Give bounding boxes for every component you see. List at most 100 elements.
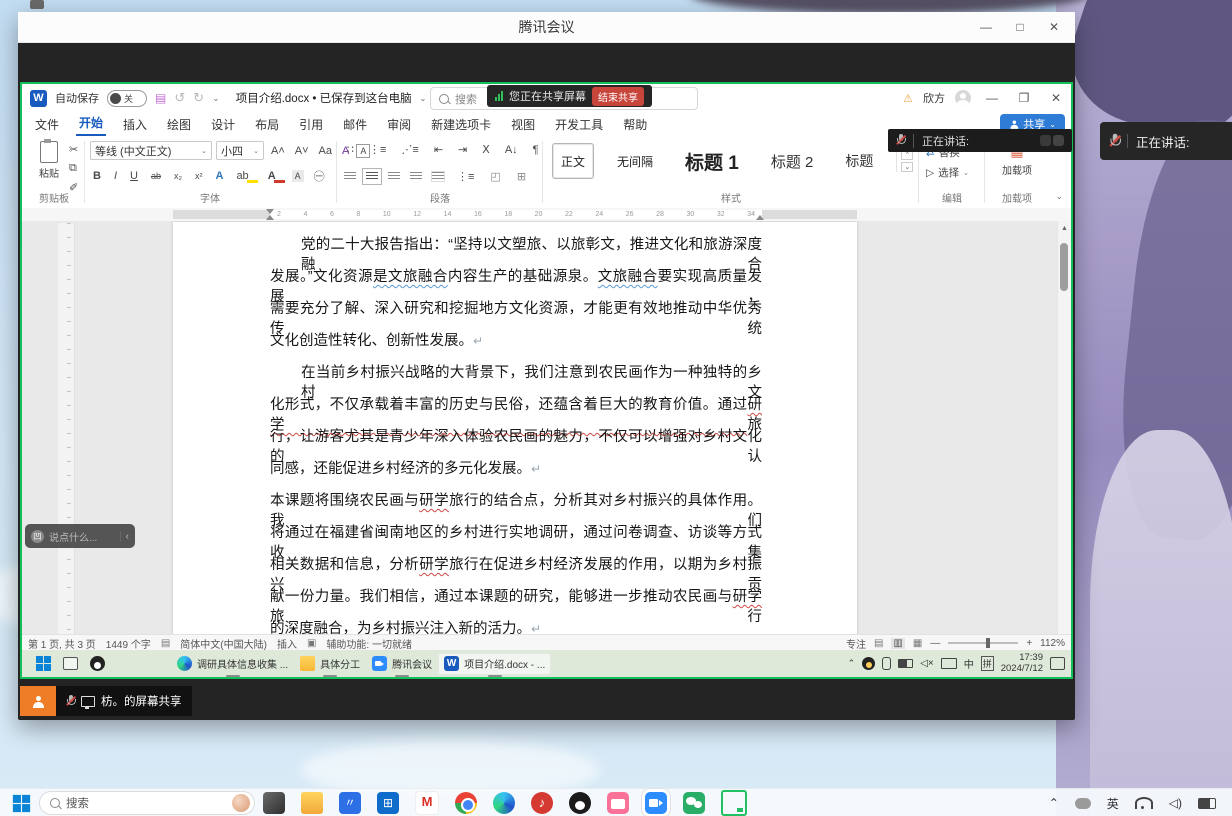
battery-icon[interactable]	[1198, 798, 1216, 809]
tray-chevron-icon[interactable]: ⌃	[848, 658, 856, 669]
tencent-meeting-icon-active[interactable]	[645, 792, 667, 814]
asian-layout-icon[interactable]: Ⅹ	[479, 142, 493, 157]
warning-icon[interactable]: ⚠	[903, 92, 913, 105]
font-size-combo[interactable]: 小四 ⌄	[216, 141, 264, 160]
zoom-in-icon[interactable]: +	[1026, 638, 1032, 649]
show-marks-icon[interactable]: ¶	[530, 143, 542, 157]
web-view-icon[interactable]: ▦	[913, 638, 922, 649]
chrome-icon[interactable]	[455, 792, 477, 814]
tab-draw[interactable]: 绘图	[164, 116, 194, 133]
read-view-icon[interactable]: ▤	[874, 638, 883, 649]
distribute-icon[interactable]	[432, 172, 444, 181]
word-restore-button[interactable]: ❐	[1013, 86, 1035, 110]
change-case-icon[interactable]: Aa	[316, 144, 335, 158]
shared-word-window[interactable]: W 项目介绍.docx - ...	[438, 653, 551, 675]
shared-edge-window[interactable]: 调研具体信息收集 ...	[171, 653, 294, 675]
tray-qq-icon[interactable]	[862, 657, 875, 670]
select-button[interactable]: 选择	[938, 165, 959, 180]
tab-insert[interactable]: 插入	[120, 116, 150, 133]
save-icon[interactable]: ▤	[155, 91, 166, 105]
focus-button[interactable]: 专注	[846, 636, 866, 651]
tab-view[interactable]: 视图	[508, 116, 538, 133]
tray-ime-lang[interactable]: 中	[964, 656, 974, 671]
align-center-icon[interactable]	[366, 172, 378, 181]
shared-start-button[interactable]	[30, 653, 57, 675]
tab-help[interactable]: 帮助	[620, 116, 650, 133]
spellcheck-icon[interactable]: ▤	[161, 638, 170, 649]
meeting-maximize-button[interactable]: □	[1005, 15, 1035, 39]
vertical-ruler[interactable]	[58, 223, 75, 634]
tab-file[interactable]: 文件	[32, 116, 62, 133]
subscript-button[interactable]: x₂	[171, 170, 185, 182]
scrollbar-thumb[interactable]	[1060, 243, 1068, 291]
gmail-icon[interactable]: M	[415, 791, 439, 815]
align-left-icon[interactable]	[344, 172, 356, 181]
justify-icon[interactable]	[410, 172, 422, 181]
edge-icon[interactable]	[493, 792, 515, 814]
insert-mode[interactable]: 插入	[277, 636, 297, 651]
language-indicator[interactable]: 简体中文(中国大陆)	[180, 636, 267, 651]
bullets-icon[interactable]: ∷	[344, 142, 357, 157]
volume-icon[interactable]: ◁)	[1169, 796, 1182, 810]
tray-keyboard-icon[interactable]	[941, 658, 957, 669]
word-count[interactable]: 1449 个字	[106, 636, 151, 651]
tray-ime-mode[interactable]: 拼	[981, 656, 994, 671]
shared-folder-window[interactable]: 具体分工	[294, 653, 366, 675]
tab-home[interactable]: 开始	[76, 114, 106, 136]
docs-app-icon[interactable]: 〃	[339, 792, 361, 814]
grow-font-icon[interactable]: A˄	[268, 144, 288, 158]
circle-char-icon[interactable]: ㊀	[311, 167, 328, 185]
decrease-indent-icon[interactable]: ⇤	[431, 142, 446, 157]
account-name[interactable]: 欣方	[923, 90, 945, 106]
autosave-toggle[interactable]: 关	[107, 90, 147, 107]
styles-more-icon[interactable]: ⌄	[901, 162, 913, 172]
wechat-icon[interactable]	[683, 792, 705, 814]
numbering-icon[interactable]: ⋮≡	[366, 142, 389, 157]
paste-button[interactable]: 粘贴	[34, 141, 64, 181]
document-title[interactable]: 项目介绍.docx • 已保存到这台电脑	[236, 90, 412, 106]
stop-sharing-button[interactable]: 结束共享	[592, 87, 644, 106]
tray-mic-icon[interactable]	[882, 657, 891, 670]
bilibili-icon[interactable]	[607, 792, 629, 814]
italic-button[interactable]: I	[111, 169, 120, 183]
quick-access-chevron-icon[interactable]: ⌄	[212, 93, 220, 104]
style-heading2[interactable]: 标题 2	[762, 143, 823, 179]
title-chevron-icon[interactable]: ⌄	[420, 94, 427, 103]
undo-icon[interactable]: ↺	[174, 90, 185, 106]
redo-icon[interactable]: ↻	[193, 90, 204, 106]
ms-store-icon[interactable]: ⊞	[377, 792, 399, 814]
meeting-minimize-button[interactable]: —	[971, 15, 1001, 39]
multilevel-list-icon[interactable]: ⋰≡	[398, 142, 421, 157]
vertical-scrollbar[interactable]: ▲	[1057, 221, 1071, 634]
meeting-close-button[interactable]: ✕	[1039, 15, 1069, 39]
document-text-line[interactable]: 的深度融合，为乡村振兴注入新的活力。↵	[270, 619, 762, 634]
shared-task-view-button[interactable]	[57, 653, 84, 675]
onedrive-cloud-icon[interactable]	[1075, 798, 1091, 809]
accessibility-status[interactable]: 辅助功能: 一切就绪	[326, 636, 412, 651]
wifi-icon[interactable]	[1135, 797, 1153, 809]
tab-mailings[interactable]: 邮件	[340, 116, 370, 133]
strikethrough-button[interactable]: ab	[148, 170, 164, 182]
scroll-up-arrow-icon[interactable]: ▲	[1061, 225, 1068, 232]
word-minimize-button[interactable]: —	[981, 86, 1003, 110]
start-button[interactable]	[13, 794, 30, 811]
zoom-slider-thumb[interactable]	[986, 638, 990, 648]
app-icon-dark[interactable]	[263, 792, 285, 814]
style-title[interactable]: 标题	[836, 143, 882, 179]
shared-meeting-window[interactable]: 腾讯会议	[366, 653, 438, 675]
tab-design[interactable]: 设计	[208, 116, 238, 133]
zoom-out-icon[interactable]: —	[930, 638, 940, 649]
screen-share-indicator-icon[interactable]	[721, 790, 747, 816]
document-page[interactable]: 党的二十大报告指出：“坚持以文塑旅、以旅彰文，推进文化和旅游深度融合发展。”文化…	[173, 222, 857, 634]
horizontal-ruler[interactable]: 246810121416182022242628303234	[22, 208, 1071, 222]
collapse-chevron-icon[interactable]: ‹	[120, 531, 129, 542]
taskbar-search-box[interactable]: 搜索	[39, 791, 255, 815]
tray-clock[interactable]: 17:39 2024/7/12	[1001, 653, 1043, 675]
tab-custom[interactable]: 新建选项卡	[428, 116, 494, 133]
zoom-slider[interactable]	[948, 642, 1018, 644]
ime-indicator[interactable]: 英	[1107, 795, 1119, 812]
text-effects-icon[interactable]: A	[212, 169, 226, 183]
tray-battery-icon[interactable]	[898, 659, 913, 668]
line-spacing-icon[interactable]: ⋮≡	[454, 169, 477, 184]
file-explorer-icon[interactable]	[301, 792, 323, 814]
